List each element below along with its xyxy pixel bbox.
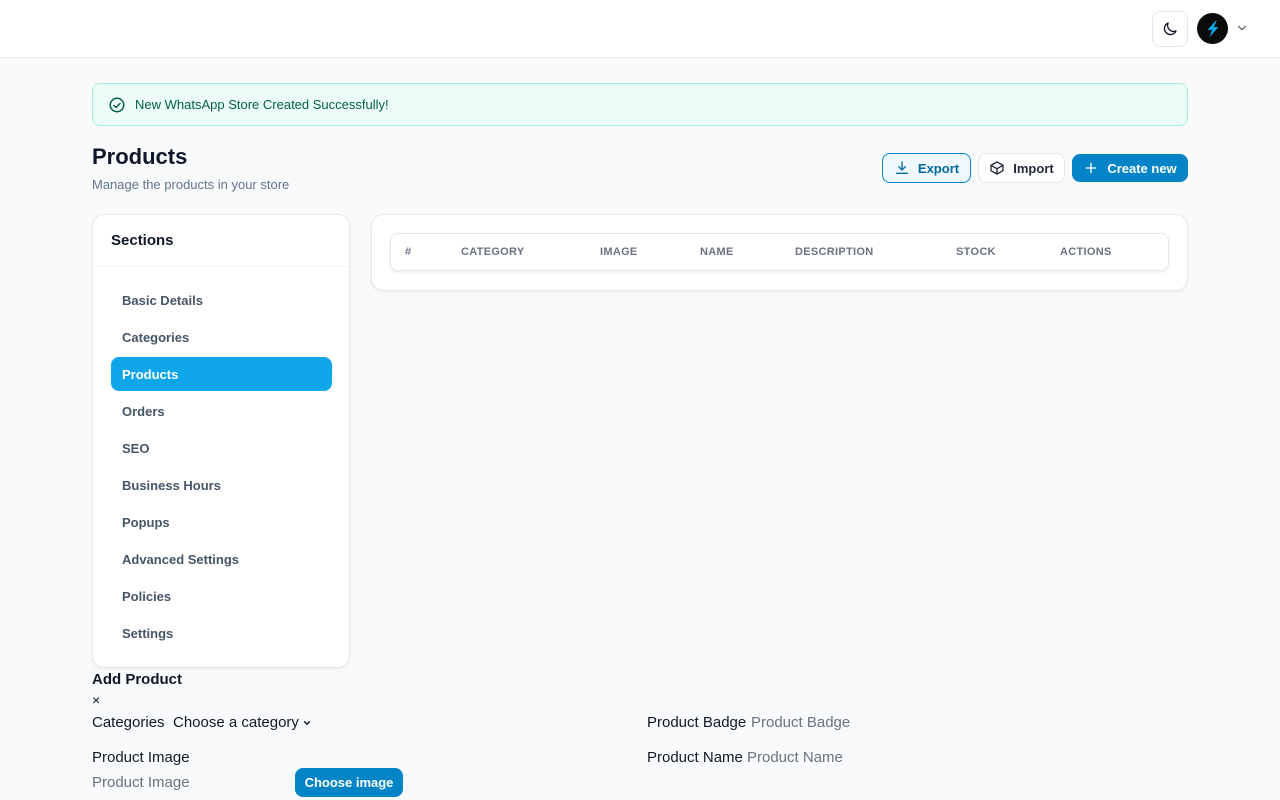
top-bar [0, 0, 1280, 58]
column-header-category[interactable]: CATEGORY [461, 246, 525, 258]
chevron-down-icon [303, 720, 311, 725]
import-button[interactable]: Import [978, 153, 1065, 183]
page-title: Products [92, 144, 188, 169]
category-select-value: Choose a category [173, 714, 299, 731]
sidebar-item-products[interactable]: Products [111, 357, 332, 391]
page-subtitle: Manage the products in your store [92, 177, 290, 192]
close-form-button[interactable]: × [92, 692, 100, 708]
sections-title: Sections [93, 215, 349, 267]
product-image-label: Product Image [92, 749, 190, 766]
product-name-label: Product Name [647, 749, 743, 766]
export-label: Export [917, 160, 960, 176]
sidebar-item-basic-details[interactable]: Basic Details [111, 283, 332, 317]
sidebar-item-seo[interactable]: SEO [111, 431, 332, 465]
products-table-card: # CATEGORY IMAGE NAME DESCRIPTION STOCK … [371, 214, 1188, 291]
avatar[interactable] [1197, 13, 1228, 44]
product-name-input[interactable]: Product Name [747, 749, 843, 766]
sections-nav: Basic Details Categories Products Orders… [111, 283, 332, 653]
column-header-stock[interactable]: STOCK [956, 246, 996, 258]
sidebar-item-advanced-settings[interactable]: Advanced Settings [111, 542, 332, 576]
sidebar-item-popups[interactable]: Popups [111, 505, 332, 539]
add-product-title: Add Product [92, 671, 182, 688]
download-icon [895, 161, 908, 174]
product-badge-label: Product Badge [647, 714, 747, 731]
success-alert: New WhatsApp Store Created Successfully! [92, 83, 1188, 126]
theme-toggle-button[interactable] [1152, 11, 1188, 47]
plus-icon [1085, 162, 1097, 174]
alert-message: New WhatsApp Store Created Successfully! [135, 97, 389, 112]
category-select[interactable]: Choose a category [173, 714, 312, 731]
sidebar-item-orders[interactable]: Orders [111, 394, 332, 428]
column-header-actions[interactable]: ACTIONS [1060, 246, 1112, 258]
import-label: Import [1013, 160, 1054, 176]
column-header-name[interactable]: NAME [700, 246, 734, 258]
table-header-row: # CATEGORY IMAGE NAME DESCRIPTION STOCK … [390, 233, 1169, 271]
product-image-input[interactable]: Product Image [92, 774, 190, 791]
choose-image-button[interactable]: Choose image [295, 768, 403, 797]
sidebar-item-business-hours[interactable]: Business Hours [111, 468, 332, 502]
export-button[interactable]: Export [882, 153, 971, 183]
account-menu-button[interactable] [1235, 21, 1249, 35]
create-new-label: Create new [1107, 160, 1177, 176]
moon-icon [1163, 22, 1177, 36]
create-new-button[interactable]: Create new [1072, 154, 1188, 182]
chevron-down-icon [1237, 25, 1247, 31]
column-header-number[interactable]: # [405, 246, 411, 258]
sections-panel: Sections Basic Details Categories Produc… [92, 214, 350, 668]
column-header-image[interactable]: IMAGE [600, 246, 638, 258]
check-circle-icon [108, 96, 126, 114]
sidebar-item-settings[interactable]: Settings [111, 616, 332, 650]
box-icon [990, 161, 1004, 175]
categories-label: Categories [92, 714, 165, 731]
column-header-description[interactable]: DESCRIPTION [795, 246, 873, 258]
bolt-logo-icon [1207, 20, 1218, 37]
sidebar-item-categories[interactable]: Categories [111, 320, 332, 354]
sidebar-item-policies[interactable]: Policies [111, 579, 332, 613]
product-badge-input[interactable]: Product Badge [751, 714, 850, 731]
